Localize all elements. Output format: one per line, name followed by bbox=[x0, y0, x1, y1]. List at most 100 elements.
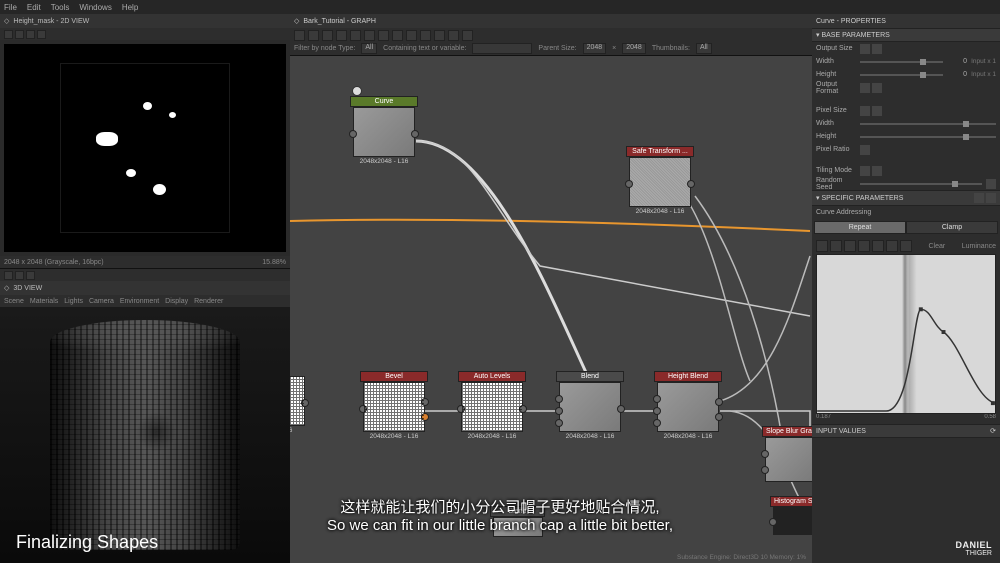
tb-icon[interactable] bbox=[364, 30, 375, 41]
node-port-in[interactable] bbox=[555, 407, 563, 415]
node-port-in[interactable] bbox=[653, 395, 661, 403]
tab-camera[interactable]: Camera bbox=[89, 298, 114, 305]
filter-text[interactable] bbox=[472, 43, 532, 54]
tb-icon[interactable] bbox=[462, 30, 473, 41]
width-slider[interactable] bbox=[860, 61, 943, 63]
node-port-out[interactable] bbox=[715, 398, 723, 406]
tb-icon[interactable] bbox=[37, 30, 46, 39]
tb-icon[interactable] bbox=[392, 30, 403, 41]
node-port-in[interactable] bbox=[457, 405, 465, 413]
node-port-out[interactable] bbox=[421, 413, 429, 421]
pin-icon[interactable]: ◇ bbox=[4, 284, 9, 292]
tab-renderer[interactable]: Renderer bbox=[194, 298, 223, 305]
tb-icon[interactable] bbox=[308, 30, 319, 41]
prop-btn[interactable] bbox=[860, 106, 870, 116]
clear-btn[interactable]: Clear bbox=[929, 243, 946, 250]
node-port-in[interactable] bbox=[349, 130, 357, 138]
prop-btn[interactable] bbox=[986, 193, 996, 203]
prop-btn[interactable] bbox=[860, 44, 870, 54]
menu-tools[interactable]: Tools bbox=[51, 3, 70, 12]
node-port-in[interactable] bbox=[625, 180, 633, 188]
node-port-in[interactable] bbox=[761, 466, 769, 474]
menu-help[interactable]: Help bbox=[122, 3, 138, 12]
prop-btn[interactable] bbox=[860, 166, 870, 176]
tb-icon[interactable] bbox=[294, 30, 305, 41]
tb-icon[interactable] bbox=[26, 271, 35, 280]
node-port-in[interactable] bbox=[555, 419, 563, 427]
tb-icon[interactable] bbox=[4, 271, 13, 280]
px-width-slider[interactable] bbox=[860, 123, 996, 125]
tab-scene[interactable]: Scene bbox=[4, 298, 24, 305]
node-port-in[interactable] bbox=[653, 419, 661, 427]
tb-icon[interactable] bbox=[448, 30, 459, 41]
node-port-out[interactable] bbox=[301, 399, 309, 407]
menu-edit[interactable]: Edit bbox=[27, 3, 41, 12]
curve-tb[interactable] bbox=[886, 240, 898, 252]
tb-icon[interactable] bbox=[15, 271, 24, 280]
tb-icon[interactable] bbox=[26, 30, 35, 39]
prop-btn[interactable] bbox=[974, 193, 984, 203]
prop-btn[interactable] bbox=[872, 44, 882, 54]
node-port-in[interactable] bbox=[555, 395, 563, 403]
node-port-out[interactable] bbox=[687, 180, 695, 188]
prop-btn[interactable] bbox=[860, 83, 870, 93]
filter-type[interactable]: All bbox=[361, 43, 377, 54]
graph-canvas[interactable]: Curve 2048x2048 - L16 Safe Transform ...… bbox=[290, 56, 812, 563]
parent-size-2[interactable]: 2048 bbox=[622, 43, 646, 54]
repeat-button[interactable]: Repeat bbox=[814, 221, 906, 234]
pin-icon[interactable]: ◇ bbox=[4, 17, 9, 25]
thumb-select[interactable]: All bbox=[696, 43, 712, 54]
curve-tb[interactable] bbox=[844, 240, 856, 252]
node-port-out[interactable] bbox=[715, 413, 723, 421]
pin-icon[interactable]: ◇ bbox=[294, 17, 299, 25]
prop-btn[interactable] bbox=[986, 179, 996, 189]
node-port-in[interactable] bbox=[761, 450, 769, 458]
node-safetransform[interactable]: Safe Transform ... 2048x2048 - L16 bbox=[626, 146, 694, 215]
input-values-header[interactable]: INPUT VALUES ⟳ bbox=[812, 424, 1000, 438]
height-slider[interactable] bbox=[860, 74, 943, 76]
tb-icon[interactable] bbox=[336, 30, 347, 41]
prop-btn[interactable] bbox=[860, 145, 870, 155]
px-height-slider[interactable] bbox=[860, 136, 996, 138]
node-partial[interactable]: - L16 bbox=[290, 376, 310, 434]
curve-tb[interactable] bbox=[858, 240, 870, 252]
tb-icon[interactable] bbox=[378, 30, 389, 41]
curve-tb[interactable] bbox=[816, 240, 828, 252]
curve-tb[interactable] bbox=[900, 240, 912, 252]
luminance-select[interactable]: Luminance bbox=[962, 243, 996, 250]
curve-tb[interactable] bbox=[830, 240, 842, 252]
pin-icon[interactable] bbox=[352, 86, 362, 96]
node-port-in[interactable] bbox=[359, 405, 367, 413]
node-curve[interactable]: Curve 2048x2048 - L16 bbox=[350, 96, 418, 165]
menu-file[interactable]: File bbox=[4, 3, 17, 12]
curve-canvas[interactable] bbox=[816, 254, 996, 414]
node-port-out[interactable] bbox=[411, 130, 419, 138]
tb-icon[interactable] bbox=[322, 30, 333, 41]
view-3d-canvas[interactable] bbox=[0, 307, 290, 563]
node-blend[interactable]: Blend 2048x2048 - L16 bbox=[556, 371, 624, 440]
base-params-header[interactable]: ▾ BASE PARAMETERS bbox=[812, 28, 1000, 42]
tab-display[interactable]: Display bbox=[165, 298, 188, 305]
prop-btn[interactable] bbox=[872, 106, 882, 116]
prop-btn[interactable] bbox=[872, 166, 882, 176]
tab-materials[interactable]: Materials bbox=[30, 298, 58, 305]
node-port-in[interactable] bbox=[769, 518, 777, 526]
view-2d-canvas[interactable] bbox=[4, 44, 286, 252]
parent-size[interactable]: 2048 bbox=[583, 43, 607, 54]
tb-icon[interactable] bbox=[434, 30, 445, 41]
node-port-out[interactable] bbox=[421, 398, 429, 406]
tb-icon[interactable] bbox=[350, 30, 361, 41]
node-autolevels[interactable]: Auto Levels 2048x2048 - L16 bbox=[458, 371, 526, 440]
curve-tb[interactable] bbox=[872, 240, 884, 252]
tab-lights[interactable]: Lights bbox=[64, 298, 83, 305]
node-port-out[interactable] bbox=[617, 405, 625, 413]
specific-params-header[interactable]: ▾ SPECIFIC PARAMETERS bbox=[812, 190, 1000, 206]
node-histogram[interactable]: Histogram Sc... bbox=[770, 496, 812, 535]
seed-slider[interactable] bbox=[860, 183, 982, 185]
node-port-in[interactable] bbox=[653, 407, 661, 415]
node-heightblend[interactable]: Height Blend 2048x2048 - L16 bbox=[654, 371, 722, 440]
tb-icon[interactable] bbox=[4, 30, 13, 39]
prop-btn[interactable] bbox=[872, 83, 882, 93]
tab-environment[interactable]: Environment bbox=[120, 298, 159, 305]
node-bevel[interactable]: Bevel 2048x2048 - L16 bbox=[360, 371, 428, 440]
